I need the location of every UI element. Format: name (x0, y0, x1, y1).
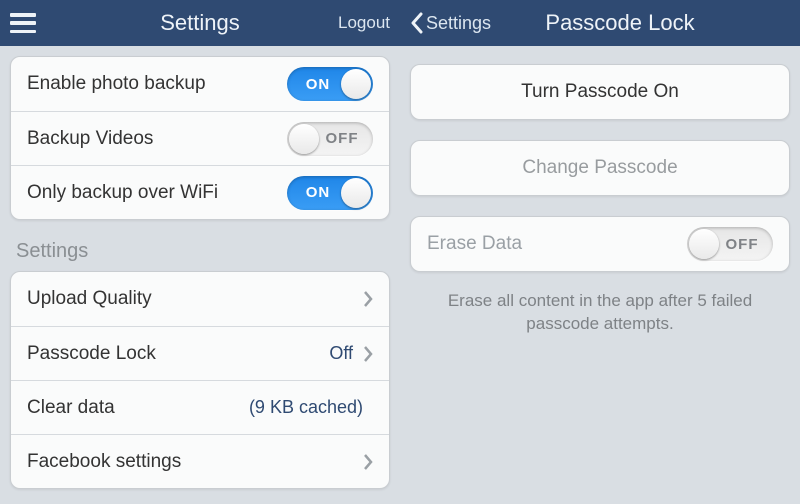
change-passcode-button[interactable]: Change Passcode (411, 141, 789, 195)
backup-options-card: Enable photo backup ON Backup Videos OFF… (10, 56, 390, 220)
row-upload-quality[interactable]: Upload Quality (11, 272, 389, 326)
erase-data-card: Erase Data OFF (410, 216, 790, 272)
clear-data-label: Clear data (27, 397, 249, 419)
backup-videos-label: Backup Videos (27, 128, 287, 150)
only-wifi-label: Only backup over WiFi (27, 182, 287, 204)
enable-photo-label: Enable photo backup (27, 73, 287, 95)
passcode-pane: Settings Passcode Lock Turn Passcode On … (400, 0, 800, 504)
row-facebook-settings[interactable]: Facebook settings (11, 434, 389, 488)
menu-button[interactable] (10, 13, 36, 33)
row-backup-videos[interactable]: Backup Videos OFF (11, 111, 389, 165)
chevron-right-icon (363, 453, 373, 471)
chevron-right-icon (363, 290, 373, 308)
chevron-left-icon (410, 12, 424, 34)
row-enable-photo-backup[interactable]: Enable photo backup ON (11, 57, 389, 111)
turn-passcode-on-label: Turn Passcode On (521, 81, 679, 103)
erase-data-label: Erase Data (427, 233, 687, 255)
right-header: Settings Passcode Lock (400, 0, 800, 46)
settings-card: Upload Quality Passcode Lock Off Clear d… (10, 271, 390, 489)
left-header: Settings Logout (0, 0, 400, 46)
erase-data-hint: Erase all content in the app after 5 fai… (410, 284, 790, 336)
settings-pane: Settings Logout Enable photo backup ON B… (0, 0, 400, 504)
erase-data-toggle[interactable]: OFF (687, 227, 773, 261)
back-button[interactable]: Settings (410, 12, 491, 34)
turn-passcode-on-button[interactable]: Turn Passcode On (411, 65, 789, 119)
row-passcode-lock[interactable]: Passcode Lock Off (11, 326, 389, 380)
right-title: Passcode Lock (440, 10, 800, 36)
change-passcode-label: Change Passcode (522, 157, 677, 179)
row-clear-data[interactable]: Clear data (9 KB cached) (11, 380, 389, 434)
passcode-lock-value: Off (329, 343, 353, 364)
upload-quality-label: Upload Quality (27, 288, 363, 310)
chevron-right-icon (363, 345, 373, 363)
enable-photo-toggle[interactable]: ON (287, 67, 373, 101)
hamburger-icon (10, 13, 36, 33)
back-label: Settings (426, 13, 491, 34)
clear-data-value: (9 KB cached) (249, 397, 363, 418)
backup-videos-toggle[interactable]: OFF (287, 122, 373, 156)
logout-link[interactable]: Logout (338, 13, 390, 33)
settings-section-title: Settings (10, 240, 390, 271)
turn-passcode-card: Turn Passcode On (410, 64, 790, 120)
only-wifi-toggle[interactable]: ON (287, 176, 373, 210)
change-passcode-card: Change Passcode (410, 140, 790, 196)
row-only-wifi[interactable]: Only backup over WiFi ON (11, 165, 389, 219)
row-erase-data[interactable]: Erase Data OFF (411, 217, 789, 271)
passcode-lock-label: Passcode Lock (27, 343, 329, 365)
facebook-settings-label: Facebook settings (27, 451, 363, 473)
